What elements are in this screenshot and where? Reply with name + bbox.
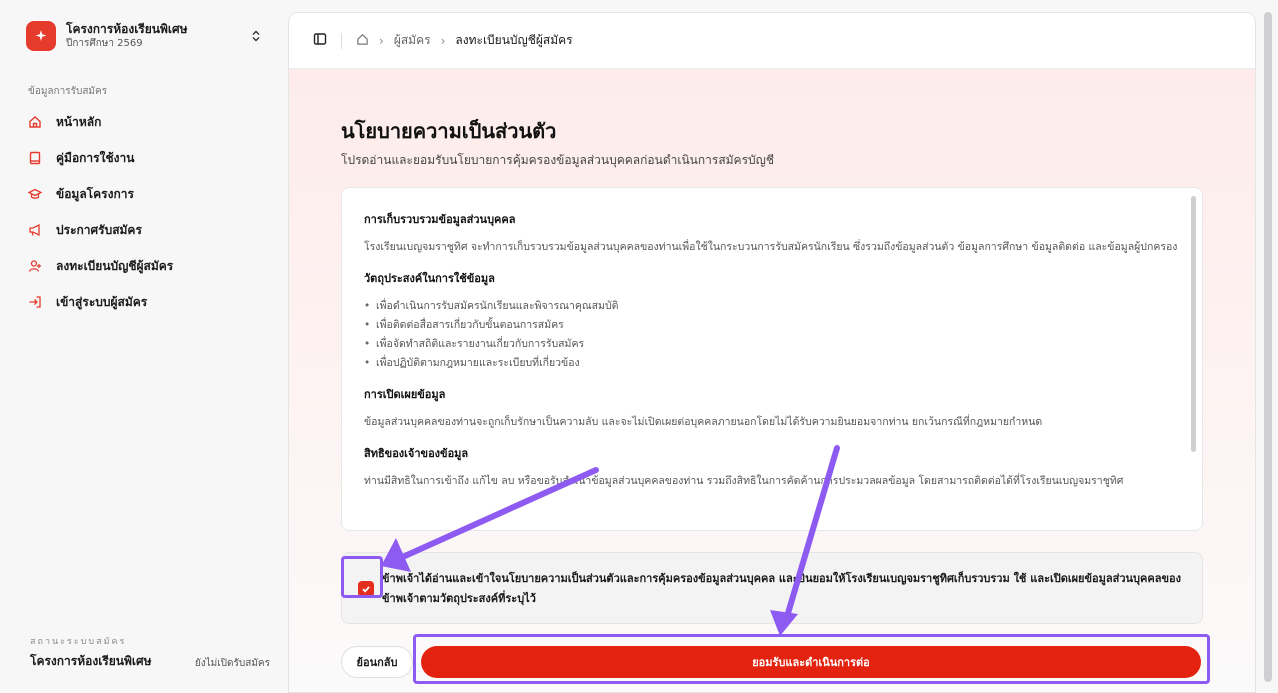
list-item: เพื่อดำเนินการรับสมัครนักเรียนและพิจารณา… bbox=[364, 297, 1178, 316]
sidebar-item-manual[interactable]: คู่มือการใช้งาน bbox=[16, 140, 276, 176]
page-subtitle: โปรดอ่านและยอมรับนโยบายการคุ้มครองข้อมูล… bbox=[341, 153, 775, 167]
system-status: สถานะระบบสมัคร โครงการห้องเรียนพิเศษ ยัง… bbox=[30, 634, 270, 671]
page-scrollbar[interactable] bbox=[1264, 12, 1272, 682]
sidebar-item-project-info[interactable]: ข้อมูลโครงการ bbox=[16, 176, 276, 212]
sidebar-item-home[interactable]: หน้าหลัก bbox=[16, 104, 276, 140]
policy-paragraph: ข้อมูลส่วนบุคคลของท่านจะถูกเก็บรักษาเป็น… bbox=[364, 416, 1043, 428]
consent-checkbox[interactable] bbox=[358, 581, 374, 597]
sidebar-item-label: ลงทะเบียนบัญชีผู้สมัคร bbox=[56, 258, 174, 273]
policy-list: เพื่อดำเนินการรับสมัครนักเรียนและพิจารณา… bbox=[364, 297, 1178, 373]
sidebar-item-label: ข้อมูลโครงการ bbox=[56, 186, 134, 201]
breadcrumb-applicant[interactable]: ผู้สมัคร bbox=[394, 31, 431, 50]
graduation-cap-icon bbox=[28, 187, 42, 201]
topbar: › ผู้สมัคร › ลงทะเบียนบัญชีผู้สมัคร bbox=[289, 13, 1255, 69]
content-area: นโยบายความเป็นส่วนตัว โปรดอ่านและยอมรับน… bbox=[289, 69, 1255, 692]
brand-logo bbox=[26, 21, 56, 51]
status-caption: สถานะระบบสมัคร bbox=[30, 637, 127, 647]
sidebar-item-login[interactable]: เข้าสู่ระบบผู้สมัคร bbox=[16, 284, 276, 320]
home-icon bbox=[28, 115, 42, 129]
consent-text: ข้าพเจ้าได้อ่านและเข้าใจนโยบายความเป็นส่… bbox=[382, 572, 1181, 605]
chevron-updown-icon[interactable] bbox=[248, 28, 264, 44]
sidebar-item-label: ประกาศรับสมัคร bbox=[56, 222, 142, 237]
user-plus-icon bbox=[28, 259, 42, 273]
sidebar-section-label: ข้อมูลการรับสมัคร bbox=[28, 86, 108, 97]
sidebar-toggle-icon[interactable] bbox=[313, 31, 327, 50]
list-item: เพื่อจัดทำสถิติและรายงานเกี่ยวกับการรับส… bbox=[364, 335, 1178, 354]
policy-heading: วัตถุประสงค์ในการใช้ข้อมูล bbox=[364, 272, 495, 285]
sidebar-item-label: หน้าหลัก bbox=[56, 114, 102, 129]
policy-scroll-box[interactable]: การเก็บรวบรวมข้อมูลส่วนบุคคล โรงเรียนเบญ… bbox=[341, 187, 1203, 531]
list-item: เพื่อติดต่อสื่อสารเกี่ยวกับขั้นตอนการสมั… bbox=[364, 316, 1178, 335]
page-title: นโยบายความเป็นส่วนตัว bbox=[341, 119, 557, 143]
home-icon[interactable] bbox=[356, 33, 369, 49]
breadcrumb-current: ลงทะเบียนบัญชีผู้สมัคร bbox=[455, 33, 573, 47]
accept-continue-button[interactable]: ยอมรับและดำเนินการต่อ bbox=[421, 646, 1201, 678]
main-panel: › ผู้สมัคร › ลงทะเบียนบัญชีผู้สมัคร นโยบ… bbox=[288, 12, 1256, 693]
status-project-name: โครงการห้องเรียนพิเศษ bbox=[30, 654, 152, 668]
brand-title: โครงการห้องเรียนพิเศษ bbox=[66, 22, 188, 36]
megaphone-icon bbox=[28, 223, 42, 237]
policy-scrollbar[interactable] bbox=[1191, 196, 1196, 452]
sidebar-item-announcement[interactable]: ประกาศรับสมัคร bbox=[16, 212, 276, 248]
back-button[interactable]: ย้อนกลับ bbox=[341, 646, 413, 678]
login-icon bbox=[28, 295, 42, 309]
sparkle-icon bbox=[35, 30, 47, 41]
list-item: เพื่อปฏิบัติตามกฎหมายและระเบียบที่เกี่ยว… bbox=[364, 354, 1178, 373]
policy-paragraph: ท่านมีสิทธิในการเข้าถึง แก้ไข ลบ หรือขอร… bbox=[364, 475, 1124, 487]
sidebar-item-label: เข้าสู่ระบบผู้สมัคร bbox=[56, 294, 148, 309]
sidebar-nav: หน้าหลัก คู่มือการใช้งาน ข้อมูลโครงการ ป… bbox=[16, 104, 276, 320]
brand-subtitle: ปีการศึกษา 2569 bbox=[66, 38, 143, 49]
chevron-right-icon: › bbox=[440, 33, 446, 48]
breadcrumb: › ผู้สมัคร › ลงทะเบียนบัญชีผู้สมัคร bbox=[356, 31, 573, 50]
book-icon bbox=[28, 151, 42, 165]
status-badge: ยังไม่เปิดรับสมัคร bbox=[194, 658, 270, 669]
check-icon bbox=[362, 586, 370, 593]
topbar-divider bbox=[341, 32, 342, 49]
sidebar: โครงการห้องเรียนพิเศษ ปีการศึกษา 2569 ข้… bbox=[0, 0, 286, 693]
sidebar-item-label: คู่มือการใช้งาน bbox=[56, 150, 135, 165]
sidebar-item-register[interactable]: ลงทะเบียนบัญชีผู้สมัคร bbox=[16, 248, 276, 284]
policy-heading: สิทธิของเจ้าของข้อมูล bbox=[364, 447, 469, 460]
project-switcher[interactable]: โครงการห้องเรียนพิเศษ ปีการศึกษา 2569 bbox=[12, 14, 274, 58]
chevron-right-icon: › bbox=[379, 33, 384, 48]
consent-box: ข้าพเจ้าได้อ่านและเข้าใจนโยบายความเป็นส่… bbox=[341, 552, 1203, 624]
policy-heading: การเปิดเผยข้อมูล bbox=[364, 388, 446, 401]
policy-heading: การเก็บรวบรวมข้อมูลส่วนบุคคล bbox=[364, 213, 516, 226]
policy-paragraph: โรงเรียนเบญจมราชูทิศ จะทำการเก็บรวบรวมข้… bbox=[364, 241, 1178, 253]
